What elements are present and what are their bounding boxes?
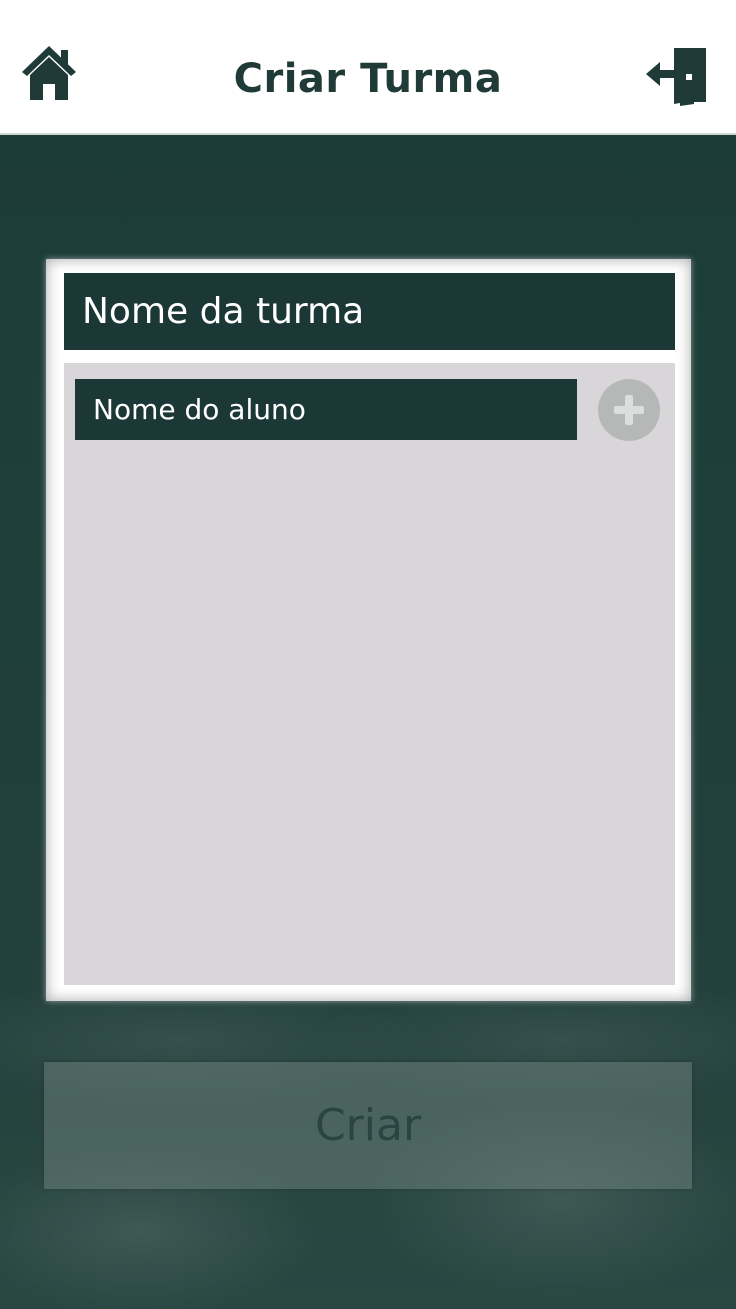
exit-door-icon [646, 48, 706, 106]
add-student-button[interactable] [598, 379, 660, 441]
create-button[interactable]: Criar [44, 1062, 692, 1189]
page-title: Criar Turma [233, 56, 503, 102]
top-bar: Criar Turma [0, 0, 736, 135]
logout-button[interactable] [644, 44, 710, 108]
create-class-screen: Criar Turma Nome da turma Nome do aluno … [0, 0, 736, 1309]
class-name-input[interactable]: Nome da turma [64, 273, 675, 350]
class-form-card: Nome da turma Nome do aluno [46, 259, 691, 1001]
students-panel: Nome do aluno [64, 363, 675, 985]
student-name-input[interactable]: Nome do aluno [75, 379, 577, 440]
